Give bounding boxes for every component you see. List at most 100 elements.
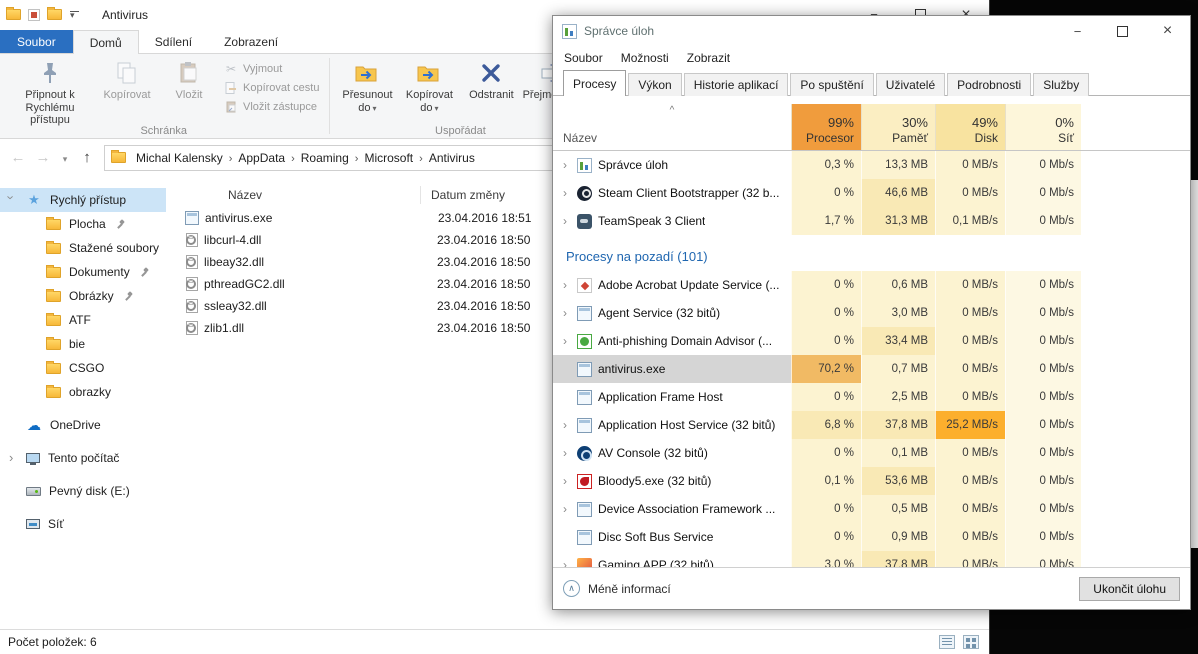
process-row-steam-client-bootstrapper-32-b[interactable]: Steam Client Bootstrapper (32 b...0 %46,… bbox=[553, 179, 1190, 207]
process-row-device-association-framework[interactable]: Device Association Framework ...0 %0,5 M… bbox=[553, 495, 1190, 523]
sidebar-item-sit[interactable]: Síť bbox=[0, 512, 166, 536]
pin-to-quick-access-button[interactable]: Připnout k Rychlému přístupu bbox=[4, 57, 96, 130]
ribbon-tab-zobrazeni[interactable]: Zobrazení bbox=[208, 30, 294, 53]
menu-zobrazit[interactable]: Zobrazit bbox=[678, 51, 739, 65]
explorer-app-icon bbox=[6, 9, 21, 20]
process-row-av-console-32-bitu[interactable]: AV Console (32 bitů)0 %0,1 MB0 MB/s0 Mb/… bbox=[553, 439, 1190, 467]
memory-value: 13,3 MB bbox=[861, 151, 935, 179]
ribbon-tab-soubor[interactable]: Soubor bbox=[0, 30, 73, 53]
chevron-right-icon[interactable] bbox=[9, 450, 13, 465]
copy-to-icon bbox=[416, 60, 442, 86]
column-header-disk[interactable]: 49% Disk bbox=[935, 104, 1005, 150]
copy-button[interactable]: Kopírovat bbox=[96, 57, 158, 105]
disk-value: 0 MB/s bbox=[935, 551, 1005, 567]
qat-customize-caret-icon[interactable] bbox=[69, 9, 81, 21]
new-folder-icon[interactable] bbox=[47, 9, 62, 20]
copy-to-button[interactable]: Kopírovat do bbox=[398, 57, 460, 117]
row-filler bbox=[1081, 271, 1190, 299]
maximize-button[interactable] bbox=[1100, 16, 1145, 46]
breadcrumb-item-roaming[interactable]: Roaming bbox=[295, 148, 355, 168]
process-row-application-frame-host[interactable]: Application Frame Host0 %2,5 MB0 MB/s0 M… bbox=[553, 383, 1190, 411]
back-button[interactable] bbox=[10, 149, 26, 166]
end-task-button[interactable]: Ukončit úlohu bbox=[1079, 577, 1180, 601]
tab-uzivatele[interactable]: Uživatelé bbox=[876, 73, 945, 96]
disk-value: 0 MB/s bbox=[935, 467, 1005, 495]
disk-value: 0 MB/s bbox=[935, 439, 1005, 467]
process-row-disc-soft-bus-service[interactable]: Disc Soft Bus Service0 %0,9 MB0 MB/s0 Mb… bbox=[553, 523, 1190, 551]
tab-procesy[interactable]: Procesy bbox=[563, 70, 626, 96]
process-row-teamspeak-3-client[interactable]: TeamSpeak 3 Client1,7 %31,3 MB0,1 MB/s0 … bbox=[553, 207, 1190, 235]
forward-button[interactable] bbox=[35, 149, 51, 166]
ribbon-tab-sdileni[interactable]: Sdílení bbox=[139, 30, 208, 53]
tab-sluzby[interactable]: Služby bbox=[1033, 73, 1089, 96]
taskmgr-footer: Méně informací Ukončit úlohu bbox=[553, 567, 1190, 609]
sidebar-item-bie[interactable]: bie bbox=[0, 332, 166, 356]
sidebar-item-obrazky[interactable]: Obrázky bbox=[0, 284, 166, 308]
copy-to-label: Kopírovat do bbox=[403, 89, 455, 114]
breadcrumb-item-microsoft[interactable]: Microsoft bbox=[358, 148, 419, 168]
column-header-name[interactable]: Název bbox=[553, 104, 791, 150]
delete-button[interactable]: Odstranit bbox=[460, 57, 522, 105]
process-row-antivirus-exe[interactable]: antivirus.exe70,2 %0,7 MB0 MB/s0 Mb/s bbox=[553, 355, 1190, 383]
cut-button[interactable]: Vyjmout bbox=[224, 62, 319, 76]
sidebar-item-obrazky[interactable]: obrazky bbox=[0, 380, 166, 404]
sidebar-item-label: Obrázky bbox=[69, 289, 114, 303]
sidebar-item-tento-pocitac[interactable]: Tento počítač bbox=[0, 446, 166, 470]
column-header-name[interactable]: Název bbox=[166, 186, 421, 204]
copy-icon bbox=[114, 60, 140, 86]
sidebar-item-rychly-pristup[interactable]: Rychlý přístup bbox=[0, 188, 166, 212]
column-header-cpu[interactable]: 99% Procesor bbox=[791, 104, 861, 150]
sidebar-item-plocha[interactable]: Plocha bbox=[0, 212, 166, 236]
process-name-cell: Gaming APP (32 bitů) bbox=[553, 551, 791, 567]
close-button[interactable] bbox=[1145, 16, 1190, 46]
disk-value: 0 MB/s bbox=[935, 151, 1005, 179]
details-view-button[interactable] bbox=[939, 635, 955, 649]
sidebar-item-csgo[interactable]: CSGO bbox=[0, 356, 166, 380]
process-row-bloody5-exe-32-bitu[interactable]: Bloody5.exe (32 bitů)0,1 %53,6 MB0 MB/s0… bbox=[553, 467, 1190, 495]
process-row-gaming-app-32-bitu[interactable]: Gaming APP (32 bitů)3,0 %37,8 MB0 MB/s0 … bbox=[553, 551, 1190, 567]
thumbnails-view-button[interactable] bbox=[963, 635, 979, 649]
menu-soubor[interactable]: Soubor bbox=[555, 51, 612, 65]
process-group-header[interactable]: Procesy na pozadí (101) bbox=[553, 235, 1190, 271]
process-row-agent-service-32-bitu[interactable]: Agent Service (32 bitů)0 %3,0 MB0 MB/s0 … bbox=[553, 299, 1190, 327]
tab-po-spusteni[interactable]: Po spuštění bbox=[790, 73, 873, 96]
column-header-network[interactable]: 0% Síť bbox=[1005, 104, 1081, 150]
breadcrumb-item-appdata[interactable]: AppData bbox=[232, 148, 291, 168]
minimize-button[interactable] bbox=[1055, 16, 1100, 46]
row-filler bbox=[1081, 495, 1190, 523]
tab-vykon[interactable]: Výkon bbox=[628, 73, 681, 96]
properties-icon[interactable] bbox=[28, 9, 40, 21]
recent-locations-caret-icon[interactable] bbox=[60, 149, 70, 166]
sidebar-item-stazene-soubory[interactable]: Stažené soubory bbox=[0, 236, 166, 260]
column-header-memory[interactable]: 30% Paměť bbox=[861, 104, 935, 150]
tab-podrobnosti[interactable]: Podrobnosti bbox=[947, 73, 1031, 96]
process-row-adobe-acrobat-update-service[interactable]: Adobe Acrobat Update Service (...0 %0,6 … bbox=[553, 271, 1190, 299]
copy-path-button[interactable]: Kopírovat cestu bbox=[224, 81, 319, 95]
breadcrumb-item-antivirus[interactable]: Antivirus bbox=[423, 148, 481, 168]
chevron-down-icon[interactable] bbox=[9, 190, 13, 205]
chevron-right-icon bbox=[559, 278, 571, 292]
column-header-date-modified[interactable]: Datum změny bbox=[421, 186, 561, 204]
sidebar-item-atf[interactable]: ATF bbox=[0, 308, 166, 332]
process-row-spravce-uloh[interactable]: Správce úloh0,3 %13,3 MB0 MB/s0 Mb/s bbox=[553, 151, 1190, 179]
process-row-anti-phishing-domain-advisor[interactable]: Anti-phishing Domain Advisor (...0 %33,4… bbox=[553, 327, 1190, 355]
move-to-button[interactable]: Přesunout do bbox=[336, 57, 398, 117]
paste-shortcut-button[interactable]: Vložit zástupce bbox=[224, 100, 319, 114]
cpu-value: 0 % bbox=[791, 495, 861, 523]
sidebar-item-dokumenty[interactable]: Dokumenty bbox=[0, 260, 166, 284]
move-to-label: Přesunout do bbox=[341, 89, 393, 114]
tab-historie-aplikaci[interactable]: Historie aplikací bbox=[684, 73, 789, 96]
ribbon-tab-domu[interactable]: Domů bbox=[73, 30, 139, 54]
sidebar-item-pevny-disk-e[interactable]: Pevný disk (E:) bbox=[0, 479, 166, 503]
less-info-toggle[interactable]: Méně informací bbox=[563, 580, 671, 597]
menu-moznosti[interactable]: Možnosti bbox=[612, 51, 678, 65]
paste-button[interactable]: Vložit bbox=[158, 57, 220, 105]
dropdown-caret-icon bbox=[371, 102, 377, 114]
process-name: AV Console (32 bitů) bbox=[598, 446, 708, 460]
copy-label: Kopírovat bbox=[103, 89, 150, 102]
process-row-application-host-service-32-bitu[interactable]: Application Host Service (32 bitů)6,8 %3… bbox=[553, 411, 1190, 439]
up-button[interactable] bbox=[79, 149, 95, 166]
file-date-modified: 23.04.2016 18:50 bbox=[437, 321, 530, 335]
breadcrumb-item-michal-kalensky[interactable]: Michal Kalensky bbox=[130, 148, 229, 168]
sidebar-item-onedrive[interactable]: OneDrive bbox=[0, 413, 166, 437]
